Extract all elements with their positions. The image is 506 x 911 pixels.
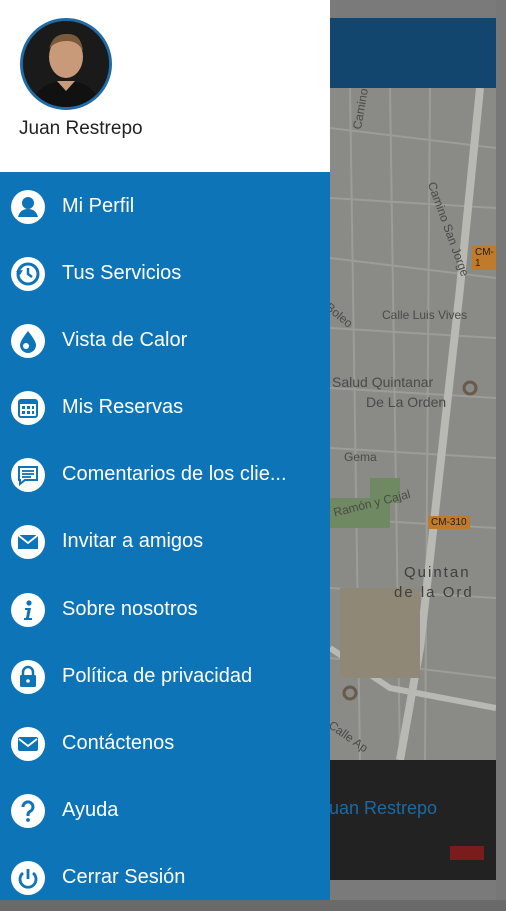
menu-item-comentarios[interactable]: Comentarios de los clie... <box>0 441 330 508</box>
map-label: de la Ord <box>394 584 474 601</box>
menu-item-politica-privacidad[interactable]: Política de privacidad <box>0 643 330 710</box>
menu-item-label: Mi Perfil <box>62 195 135 217</box>
menu-item-label: Invitar a amigos <box>62 530 204 552</box>
menu-item-label: Política de privacidad <box>62 665 253 687</box>
user-name: Juan Restrepo <box>19 118 143 139</box>
envelope-icon <box>11 727 45 761</box>
lock-icon <box>11 660 45 694</box>
drop-icon <box>11 324 45 358</box>
calendar-icon <box>11 391 45 425</box>
menu-item-ayuda[interactable]: Ayuda <box>0 777 330 844</box>
road-badge: CM-310 <box>428 516 470 529</box>
mail-icon <box>11 525 45 559</box>
status-badge <box>450 846 484 860</box>
menu-item-label: Vista de Calor <box>62 329 188 351</box>
app-footer <box>330 760 496 880</box>
footer-user-name: Juan Restrepo <box>320 798 438 818</box>
screen-edge <box>496 0 506 900</box>
map-label: Calle Luis Vives <box>382 308 468 322</box>
avatar[interactable] <box>20 18 112 110</box>
history-icon <box>11 257 45 291</box>
person-icon <box>11 190 45 224</box>
road-badge: CM-1 <box>472 246 496 270</box>
menu-item-cerrar-sesion[interactable]: Cerrar Sesión <box>0 844 330 911</box>
menu-item-tus-servicios[interactable]: Tus Servicios <box>0 240 330 307</box>
info-icon <box>11 593 45 627</box>
map-view[interactable]: Camino Verdugueto Camino San Jorge Calle… <box>330 88 496 760</box>
navigation-drawer: Juan Restrepo Mi Perfil Tus Servicios Vi… <box>0 0 330 900</box>
menu-item-label: Tus Servicios <box>62 262 182 284</box>
map-label: De La Orden <box>366 394 447 410</box>
menu-item-label: Contáctenos <box>62 732 175 754</box>
menu-item-vista-de-calor[interactable]: Vista de Calor <box>0 307 330 374</box>
map-label: Salud Quintanar <box>332 374 434 390</box>
drawer-header: Juan Restrepo <box>0 0 330 172</box>
menu-item-label: Mis Reservas <box>62 396 184 418</box>
help-icon <box>11 794 45 828</box>
menu-item-label: Cerrar Sesión <box>62 866 186 888</box>
menu-item-mi-perfil[interactable]: Mi Perfil <box>0 173 330 240</box>
menu-item-contactenos[interactable]: Contáctenos <box>0 710 330 777</box>
menu-item-label: Ayuda <box>62 799 119 821</box>
map-label: Gema <box>344 450 377 464</box>
menu-item-label: Sobre nosotros <box>62 598 198 620</box>
menu-item-invitar-amigos[interactable]: Invitar a amigos <box>0 508 330 575</box>
app-header-bar <box>330 18 496 88</box>
power-icon <box>11 861 45 895</box>
menu-item-sobre-nosotros[interactable]: Sobre nosotros <box>0 576 330 643</box>
map-label: Quintan <box>404 564 471 581</box>
menu-item-label: Comentarios de los clie... <box>62 463 287 485</box>
menu-item-mis-reservas[interactable]: Mis Reservas <box>0 374 330 441</box>
chat-icon <box>11 458 45 492</box>
